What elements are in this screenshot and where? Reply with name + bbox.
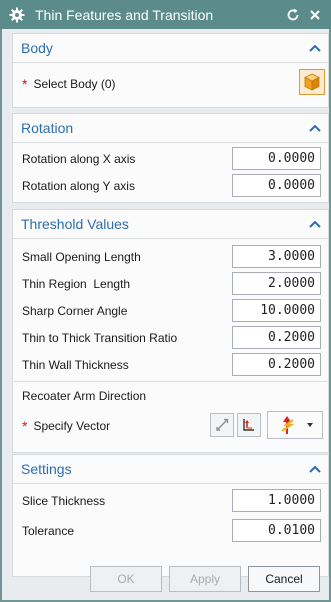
ok-button[interactable]: OK	[90, 566, 162, 592]
settings-panel: Settings Slice Thickness 1.0000 Toleranc…	[12, 454, 329, 577]
tolerance-row: Tolerance 0.0100	[13, 517, 328, 544]
vector-dialog-button[interactable]	[237, 413, 261, 437]
inferred-vector-icon	[281, 416, 295, 434]
thin-region-input[interactable]: 2.0000	[232, 272, 321, 295]
gear-icon[interactable]	[6, 4, 28, 26]
slice-thickness-input[interactable]: 1.0000	[232, 489, 321, 512]
transition-ratio-row: Thin to Thick Transition Ratio 0.2000	[13, 324, 328, 351]
rotation-x-label: Rotation along X axis	[22, 151, 136, 166]
thin-region-row: Thin Region Length 2.0000	[13, 270, 328, 297]
solid-body-cube-icon	[304, 73, 320, 91]
collapse-chevron-icon[interactable]	[308, 122, 322, 134]
body-panel: Body * Select Body (0)	[12, 33, 329, 108]
slice-thickness-label: Slice Thickness	[22, 493, 106, 508]
close-icon[interactable]	[305, 5, 325, 25]
rotation-title: Rotation	[21, 120, 74, 136]
sharp-corner-input[interactable]: 10.0000	[232, 299, 321, 322]
collapse-chevron-icon[interactable]	[308, 42, 322, 54]
sharp-corner-row: Sharp Corner Angle 10.0000	[13, 297, 328, 324]
tolerance-label: Tolerance	[22, 523, 75, 538]
reset-icon[interactable]	[283, 5, 303, 25]
specify-vector-label: Specify Vector	[33, 418, 111, 433]
rotation-y-input[interactable]: 0.0000	[232, 174, 321, 197]
slice-thickness-row: Slice Thickness 1.0000	[13, 487, 328, 514]
recoater-label: Recoater Arm Direction	[22, 388, 147, 403]
thin-wall-label: Thin Wall Thickness	[22, 357, 129, 372]
collapse-chevron-icon[interactable]	[308, 218, 322, 230]
threshold-title: Threshold Values	[21, 216, 129, 232]
reverse-direction-icon	[216, 418, 229, 431]
chevron-down-icon	[307, 423, 313, 427]
settings-title: Settings	[21, 461, 72, 477]
small-opening-label: Small Opening Length	[22, 249, 141, 264]
transition-ratio-label: Thin to Thick Transition Ratio	[22, 330, 178, 345]
vector-type-dropdown[interactable]	[267, 411, 323, 439]
reverse-direction-button[interactable]	[210, 413, 234, 437]
rotation-x-row: Rotation along X axis 0.0000	[13, 145, 328, 172]
vector-dialog-icon	[243, 419, 254, 431]
tolerance-input[interactable]: 0.0100	[232, 519, 321, 542]
recoater-row: Recoater Arm Direction	[13, 382, 328, 409]
settings-header[interactable]: Settings	[13, 455, 328, 484]
transition-ratio-input[interactable]: 0.2000	[232, 326, 321, 349]
select-body-label: Select Body (0)	[33, 76, 116, 91]
small-opening-row: Small Opening Length 3.0000	[13, 243, 328, 270]
title-bar: Thin Features and Transition	[0, 0, 331, 29]
thin-region-label: Thin Region Length	[22, 276, 131, 291]
body-header[interactable]: Body	[13, 34, 328, 63]
required-marker: *	[22, 75, 28, 92]
small-opening-input[interactable]: 3.0000	[232, 245, 321, 268]
rotation-y-row: Rotation along Y axis 0.0000	[13, 172, 328, 199]
required-marker: *	[22, 417, 28, 434]
select-body-button[interactable]	[299, 69, 325, 95]
cancel-button[interactable]: Cancel	[248, 566, 320, 592]
body-title: Body	[21, 40, 53, 56]
collapse-chevron-icon[interactable]	[308, 463, 322, 475]
threshold-panel: Threshold Values Small Opening Length 3.…	[12, 209, 329, 453]
sharp-corner-label: Sharp Corner Angle	[22, 303, 128, 318]
rotation-panel: Rotation Rotation along X axis 0.0000 Ro…	[12, 113, 329, 203]
select-body-row[interactable]: * Select Body (0)	[13, 70, 328, 97]
rotation-x-input[interactable]: 0.0000	[232, 147, 321, 170]
apply-button[interactable]: Apply	[169, 566, 241, 592]
rotation-header[interactable]: Rotation	[13, 114, 328, 143]
thin-wall-input[interactable]: 0.2000	[232, 353, 321, 376]
threshold-header[interactable]: Threshold Values	[13, 210, 328, 239]
dialog-body: Body * Select Body (0) Rotation Rotation…	[0, 29, 331, 602]
window-title: Thin Features and Transition	[35, 6, 214, 23]
thin-wall-row: Thin Wall Thickness 0.2000	[13, 351, 328, 378]
rotation-y-label: Rotation along Y axis	[22, 178, 135, 193]
